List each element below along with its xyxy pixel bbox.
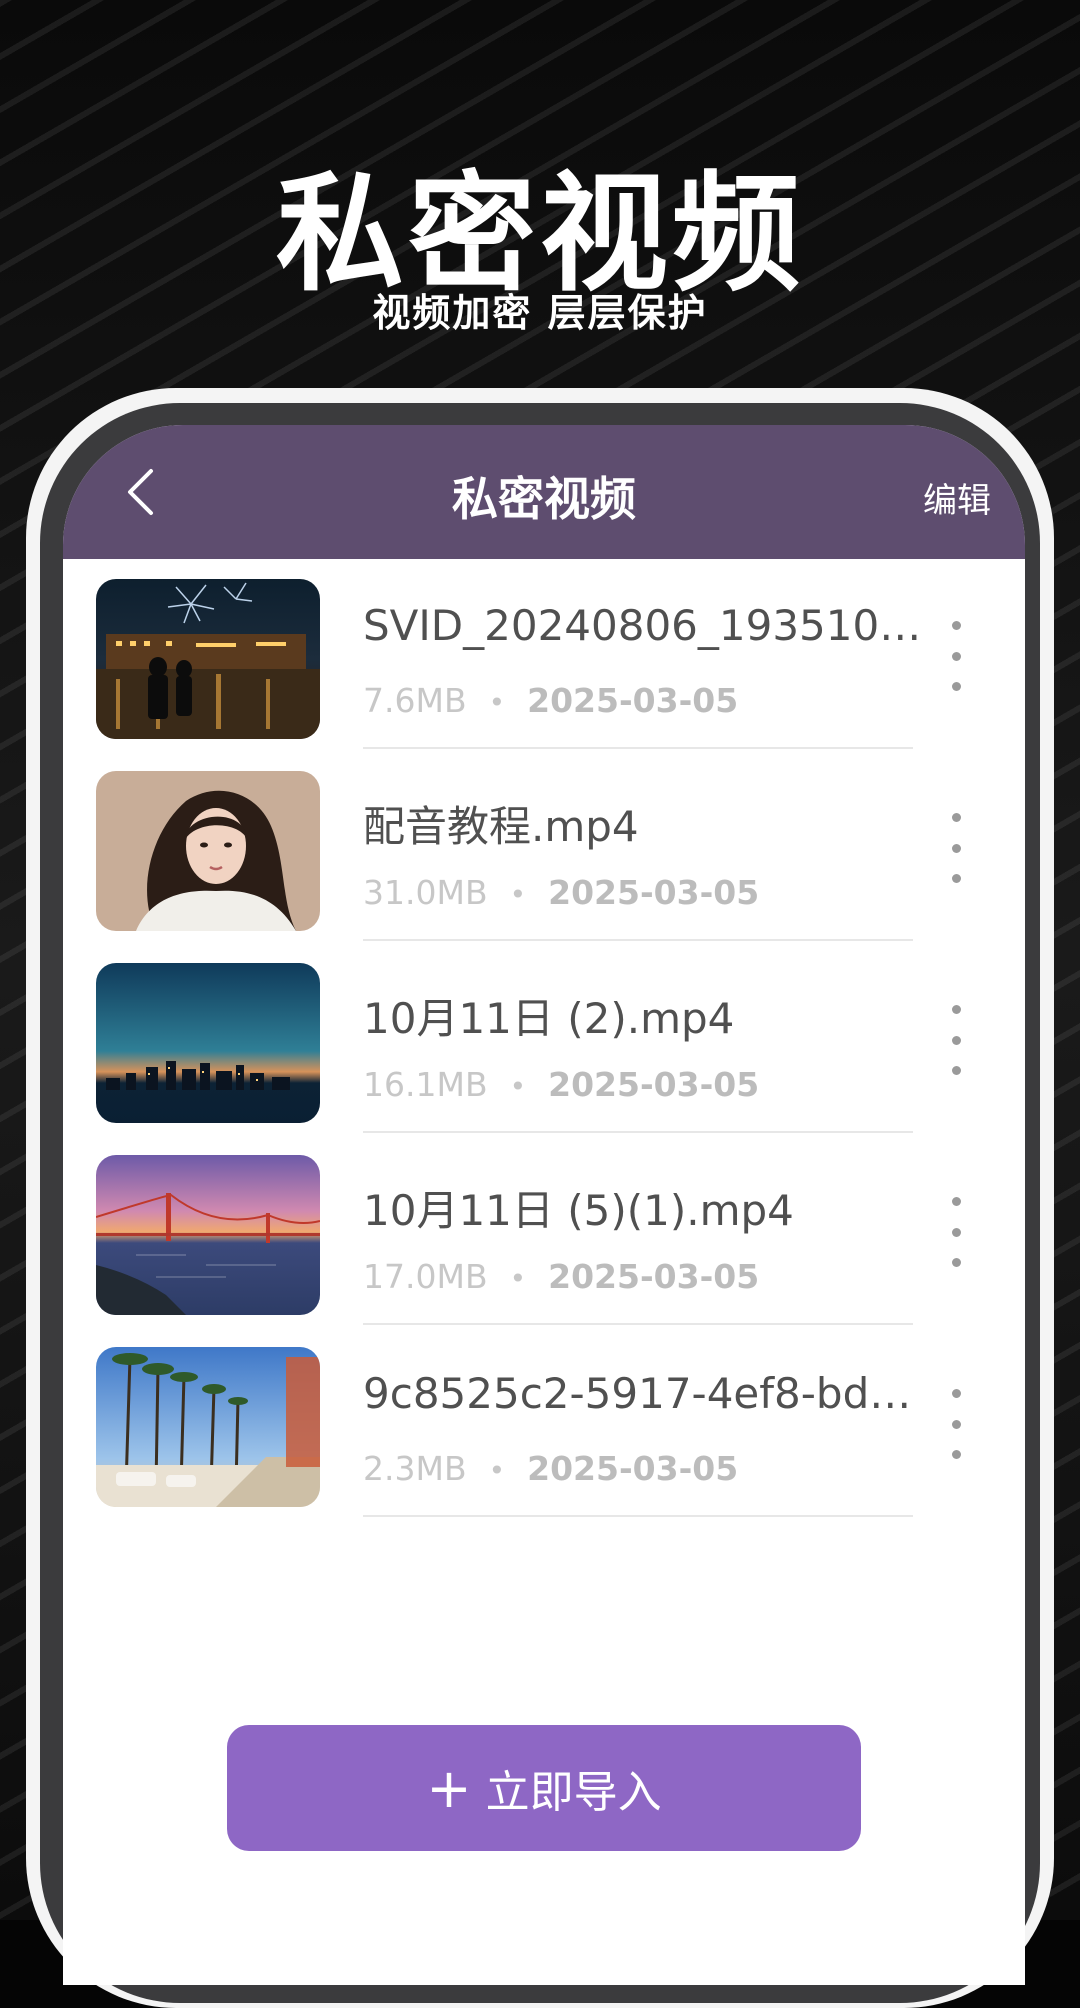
video-item[interactable]: SVID_20240806_193510_1… 7.6MB • 2025-03-05 bbox=[63, 559, 1025, 751]
meta-separator: • bbox=[509, 1070, 527, 1103]
plus-icon: + bbox=[426, 1756, 472, 1820]
video-date: 2025-03-05 bbox=[548, 873, 760, 912]
meta-separator: • bbox=[488, 686, 506, 719]
video-size: 17.0MB bbox=[363, 1257, 488, 1296]
video-item[interactable]: 9c8525c2-5917-4ef8-bdf… 2.3MB • 2025-03-05 bbox=[63, 1327, 1025, 1519]
video-date: 2025-03-05 bbox=[527, 1449, 739, 1488]
video-date: 2025-03-05 bbox=[548, 1257, 760, 1296]
meta-separator: • bbox=[488, 1454, 506, 1487]
video-meta: 7.6MB • 2025-03-05 bbox=[363, 681, 738, 720]
meta-separator: • bbox=[509, 1262, 527, 1295]
import-button[interactable]: + 立即导入 bbox=[227, 1725, 861, 1851]
page-title: 私密视频 bbox=[452, 472, 636, 526]
dot-icon bbox=[951, 621, 961, 630]
dot-icon bbox=[951, 1005, 961, 1014]
dot-icon bbox=[951, 1035, 961, 1045]
promo-subtitle: 视频加密 层层保护 bbox=[372, 291, 708, 335]
video-meta: 31.0MB • 2025-03-05 bbox=[363, 873, 759, 912]
video-size: 16.1MB bbox=[363, 1065, 488, 1104]
dot-icon bbox=[951, 1258, 961, 1267]
video-size: 2.3MB bbox=[363, 1449, 467, 1488]
meta-separator: • bbox=[509, 878, 527, 911]
row-divider bbox=[363, 1515, 913, 1517]
row-divider bbox=[363, 939, 913, 941]
dot-icon bbox=[951, 682, 961, 691]
video-date: 2025-03-05 bbox=[548, 1065, 760, 1104]
video-item[interactable]: 配音教程.mp4 31.0MB • 2025-03-05 bbox=[63, 751, 1025, 943]
video-meta: 17.0MB • 2025-03-05 bbox=[363, 1257, 759, 1296]
video-meta: 2.3MB • 2025-03-05 bbox=[363, 1449, 738, 1488]
phone-screen: 私密视频 编辑 SVID_20240806_193510_1… 7.6MB • … bbox=[63, 425, 1025, 1985]
video-size: 31.0MB bbox=[363, 873, 488, 912]
dot-icon bbox=[951, 1389, 961, 1398]
dot-icon bbox=[951, 1227, 961, 1237]
dot-icon bbox=[951, 1419, 961, 1429]
video-name: 10月11日 (5)(1).mp4 bbox=[363, 1186, 794, 1235]
video-name: SVID_20240806_193510_1… bbox=[363, 601, 923, 650]
more-options-button[interactable] bbox=[941, 1005, 971, 1075]
video-meta: 16.1MB • 2025-03-05 bbox=[363, 1065, 759, 1104]
video-thumbnail[interactable] bbox=[96, 579, 320, 739]
dot-icon bbox=[951, 813, 961, 822]
more-options-button[interactable] bbox=[941, 1389, 971, 1459]
row-divider bbox=[363, 747, 913, 749]
dot-icon bbox=[951, 843, 961, 853]
more-options-button[interactable] bbox=[941, 813, 971, 883]
dot-icon bbox=[951, 651, 961, 661]
row-divider bbox=[363, 1323, 913, 1325]
dot-icon bbox=[951, 1066, 961, 1075]
dot-icon bbox=[951, 874, 961, 883]
video-date: 2025-03-05 bbox=[527, 681, 739, 720]
dot-icon bbox=[951, 1197, 961, 1206]
video-name: 9c8525c2-5917-4ef8-bdf… bbox=[363, 1369, 923, 1418]
video-name: 配音教程.mp4 bbox=[363, 802, 639, 851]
more-options-button[interactable] bbox=[941, 1197, 971, 1267]
video-size: 7.6MB bbox=[363, 681, 467, 720]
import-button-label: 立即导入 bbox=[485, 1767, 662, 1818]
video-thumbnail[interactable] bbox=[96, 963, 320, 1123]
video-thumbnail[interactable] bbox=[96, 1347, 320, 1507]
row-divider bbox=[363, 1131, 913, 1133]
video-item[interactable]: 10月11日 (2).mp4 16.1MB • 2025-03-05 bbox=[63, 943, 1025, 1135]
video-thumbnail[interactable] bbox=[96, 1155, 320, 1315]
app-bar: 私密视频 编辑 bbox=[63, 425, 1025, 559]
video-item[interactable]: 10月11日 (5)(1).mp4 17.0MB • 2025-03-05 bbox=[63, 1135, 1025, 1327]
video-thumbnail[interactable] bbox=[96, 771, 320, 931]
more-options-button[interactable] bbox=[941, 621, 971, 691]
video-name: 10月11日 (2).mp4 bbox=[363, 994, 735, 1043]
edit-button[interactable]: 编辑 bbox=[923, 473, 991, 522]
dot-icon bbox=[951, 1450, 961, 1459]
